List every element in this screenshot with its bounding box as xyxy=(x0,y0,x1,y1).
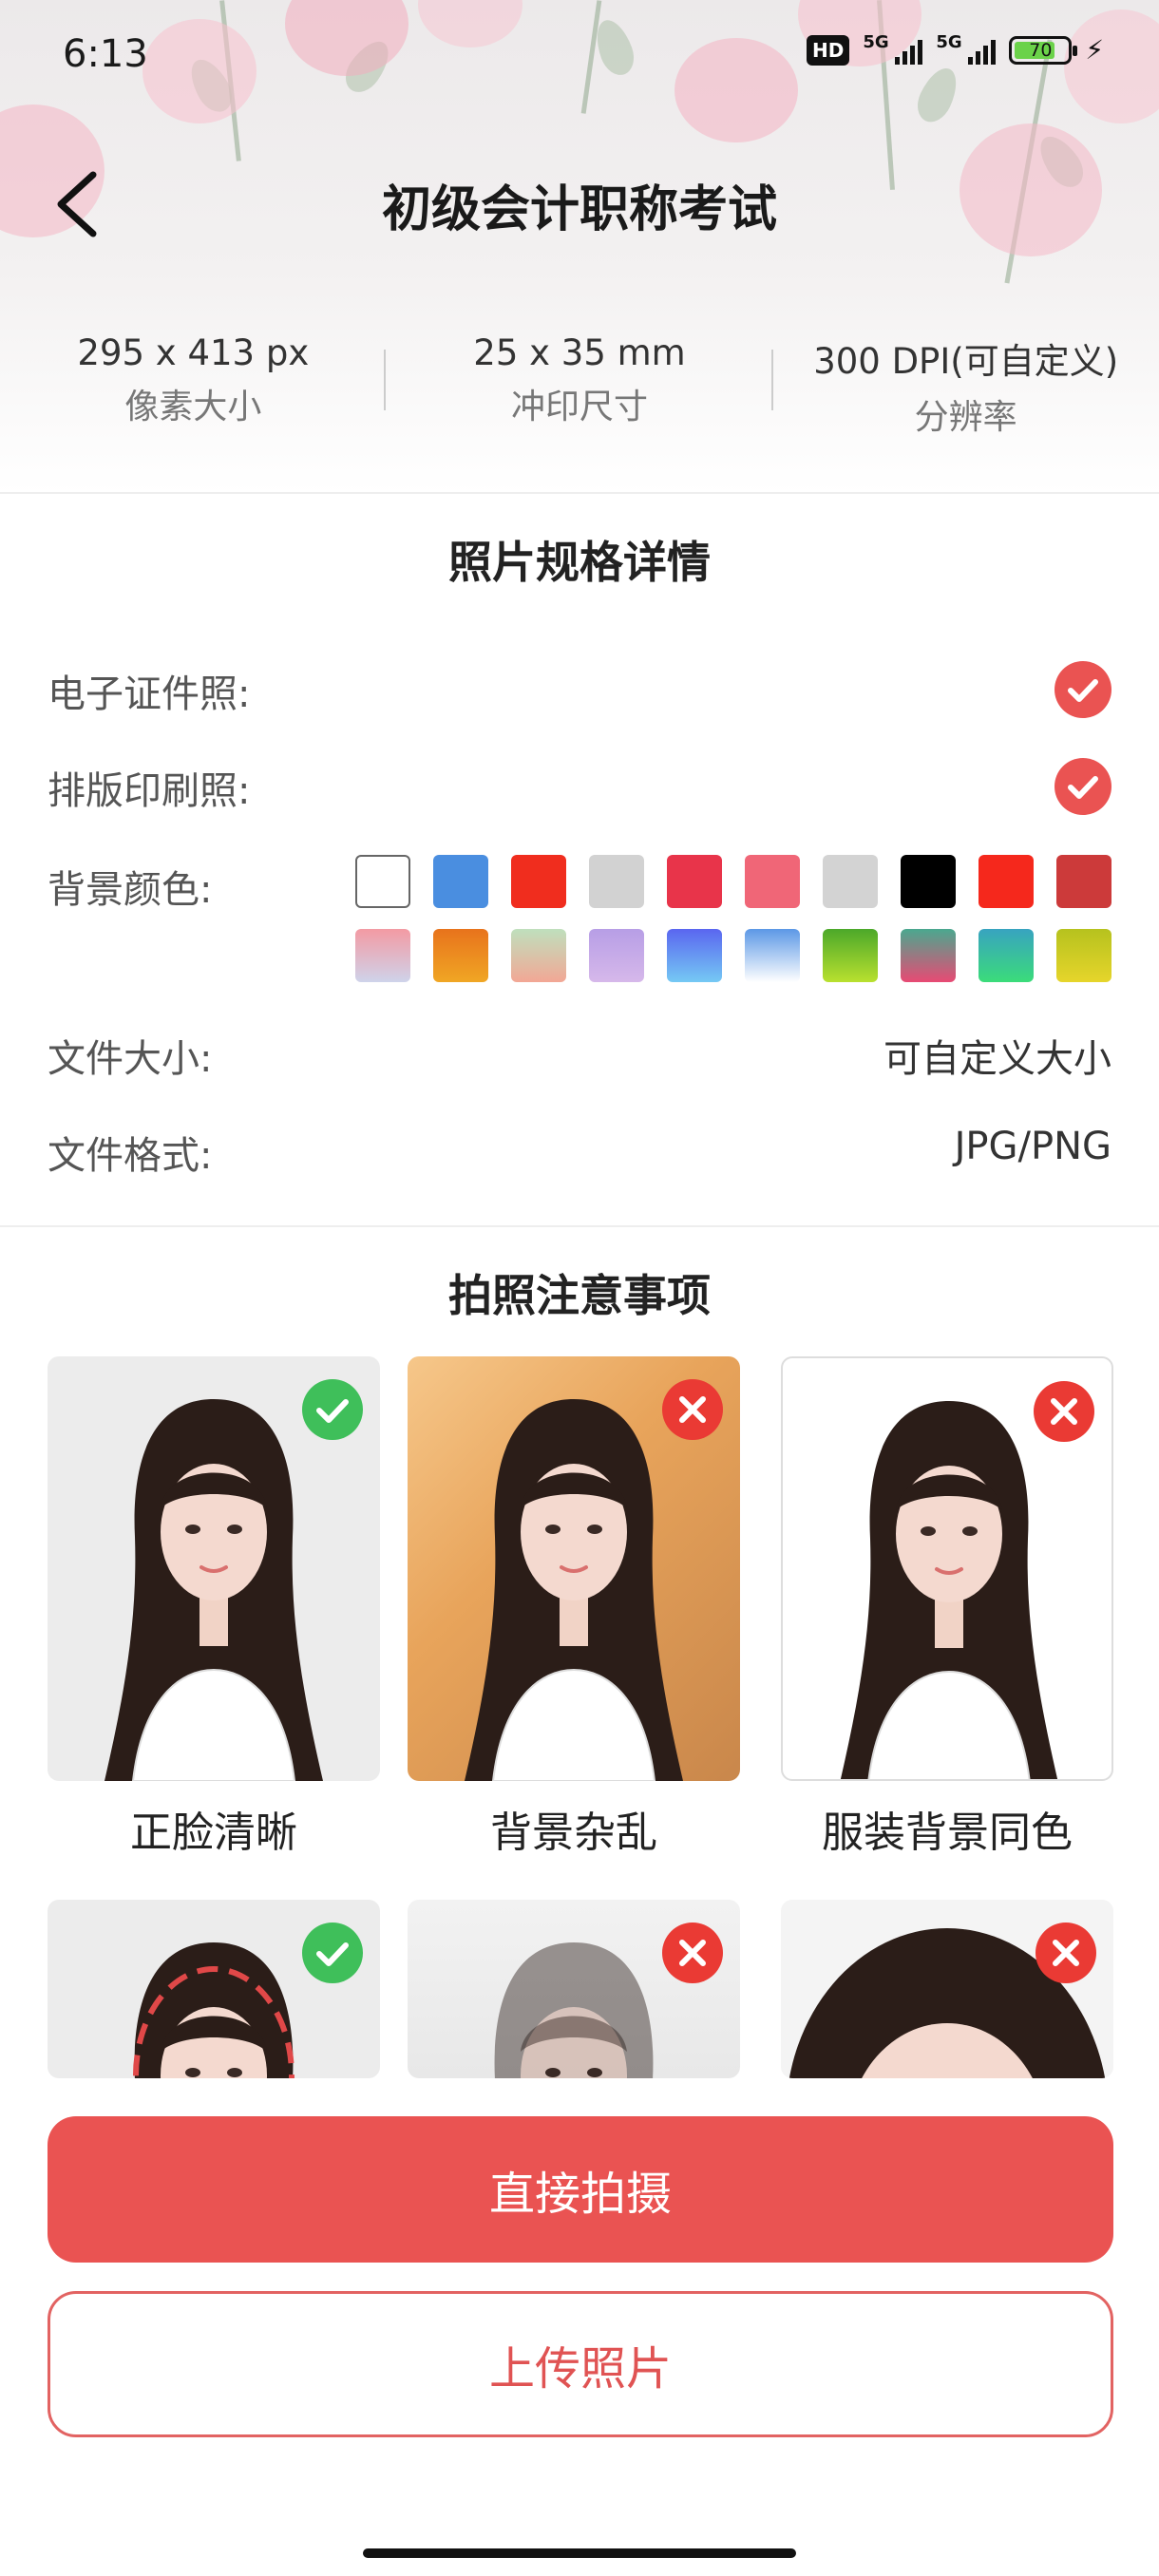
tip-label: 服装背景同色 xyxy=(822,1809,1073,1857)
battery-icon: 70 xyxy=(1009,35,1078,65)
color-swatch[interactable] xyxy=(667,855,722,908)
print-photo-label: 排版印刷照: xyxy=(48,769,251,813)
file-size-label: 文件大小: xyxy=(48,1037,213,1081)
color-swatch[interactable] xyxy=(667,929,722,982)
color-swatch[interactable] xyxy=(901,929,956,982)
tip-photo-card xyxy=(781,1900,1113,2078)
spec-summary: 295 x 413 px 像素大小 25 x 35 mm 冲印尺寸 300 DP… xyxy=(0,332,1159,437)
tip-label: 正脸清晰 xyxy=(130,1809,297,1857)
signal-icon: 5G xyxy=(863,32,923,65)
upload-photo-button[interactable]: 上传照片 xyxy=(48,2291,1113,2437)
spec-pixel-size: 295 x 413 px 像素大小 xyxy=(0,332,387,437)
check-icon xyxy=(1054,758,1112,815)
color-swatch[interactable] xyxy=(511,855,566,908)
color-swatch[interactable] xyxy=(355,855,410,908)
color-swatch[interactable] xyxy=(823,855,878,908)
spec-label: 冲印尺寸 xyxy=(511,388,649,426)
check-icon xyxy=(1054,661,1112,718)
color-swatch[interactable] xyxy=(355,929,410,982)
bg-color-label: 背景颜色: xyxy=(48,868,213,912)
shoot-button[interactable]: 直接拍摄 xyxy=(48,2116,1113,2263)
spec-value: 295 x 413 px xyxy=(77,332,310,373)
e-photo-label: 电子证件照: xyxy=(48,672,251,716)
network-type-1: 5G xyxy=(863,31,889,52)
tips-title: 拍照注意事项 xyxy=(448,1270,711,1321)
tip-photo-card xyxy=(408,1356,740,1781)
close-icon xyxy=(662,1923,723,1983)
status-bar: 6:13 HD 5G 5G 70 ⚡ xyxy=(0,0,1159,109)
tip-photo-card xyxy=(48,1356,380,1781)
color-swatch[interactable] xyxy=(823,929,878,982)
tip-photo-card xyxy=(48,1900,380,2078)
divider xyxy=(0,1225,1159,1227)
spec-value: 300 DPI(可自定义) xyxy=(813,341,1119,382)
file-size-value: 可自定义大小 xyxy=(884,1037,1112,1081)
color-swatch[interactable] xyxy=(745,855,800,908)
color-swatch[interactable] xyxy=(511,929,566,982)
check-icon xyxy=(302,1379,363,1440)
home-indicator xyxy=(363,2548,796,2558)
charging-icon: ⚡ xyxy=(1085,34,1104,66)
color-swatch[interactable] xyxy=(978,855,1034,908)
spec-resolution: 300 DPI(可自定义) 分辨率 xyxy=(772,332,1159,437)
divider xyxy=(0,492,1159,494)
spec-print-size: 25 x 35 mm 冲印尺寸 xyxy=(387,332,773,437)
color-swatch[interactable] xyxy=(589,929,644,982)
network-type-2: 5G xyxy=(936,31,962,52)
color-swatch[interactable] xyxy=(433,855,488,908)
file-format-value: JPG/PNG xyxy=(954,1125,1112,1168)
file-format-label: 文件格式: xyxy=(48,1134,213,1178)
tip-label: 背景杂乱 xyxy=(490,1809,657,1857)
divider xyxy=(771,350,773,410)
bg-color-swatches xyxy=(355,855,1115,982)
color-swatch[interactable] xyxy=(1056,855,1112,908)
tip-photo-card xyxy=(781,1356,1113,1781)
signal-icon: 5G xyxy=(936,32,997,65)
close-icon xyxy=(1034,1381,1094,1442)
color-swatch[interactable] xyxy=(1056,929,1112,982)
color-swatch[interactable] xyxy=(433,929,488,982)
spec-label: 分辨率 xyxy=(914,398,1017,437)
hd-icon: HD xyxy=(806,34,850,66)
check-icon xyxy=(302,1923,363,1983)
tip-photo-card xyxy=(408,1900,740,2078)
spec-label: 像素大小 xyxy=(124,388,262,426)
divider xyxy=(384,350,386,410)
color-swatch[interactable] xyxy=(745,929,800,982)
details-title: 照片规格详情 xyxy=(448,537,711,588)
status-time: 6:13 xyxy=(63,32,148,76)
battery-level: 70 xyxy=(1029,39,1053,61)
color-swatch[interactable] xyxy=(978,929,1034,982)
close-icon xyxy=(1036,1923,1096,1983)
page-title: 初级会计职称考试 xyxy=(381,181,777,238)
close-icon xyxy=(662,1379,723,1440)
color-swatch[interactable] xyxy=(901,855,956,908)
color-swatch[interactable] xyxy=(589,855,644,908)
spec-value: 25 x 35 mm xyxy=(473,332,686,373)
